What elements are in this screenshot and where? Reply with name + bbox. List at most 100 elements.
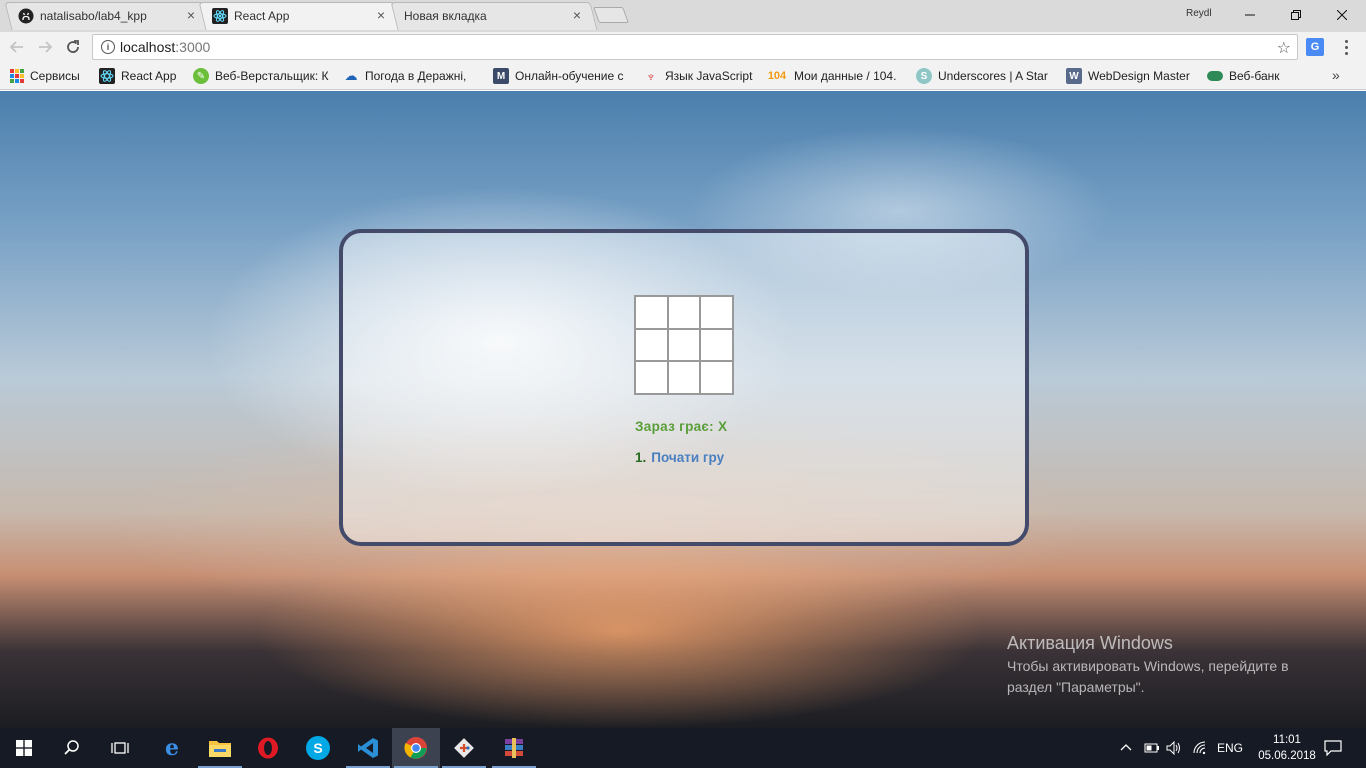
bookmark-label: Погода в Деражні, — [365, 69, 467, 83]
tab-react-app[interactable]: React App × — [198, 2, 402, 30]
bookmarks-bar: Сервисы React App ✎ Веб-Верстальщик: К ☁… — [0, 62, 1366, 90]
forward-arrow-icon[interactable] — [34, 36, 56, 58]
bookmark-services[interactable]: Сервисы — [10, 67, 90, 85]
clock-time: 11:01 — [1273, 734, 1301, 746]
task-view-icon[interactable] — [96, 728, 144, 768]
input-language[interactable]: ENG — [1217, 728, 1243, 768]
leaf-icon: ✎ — [193, 68, 209, 84]
show-hidden-icons-icon[interactable] — [1120, 728, 1132, 768]
bookmark-label: Язык JavaScript — [665, 69, 753, 83]
start-icon[interactable] — [0, 728, 48, 768]
bookmark-web-bank[interactable]: Веб-банк — [1207, 67, 1291, 85]
profile-name[interactable]: Reydl — [1186, 8, 1212, 19]
board-square[interactable] — [667, 361, 701, 394]
close-tab-icon[interactable]: × — [570, 8, 584, 22]
winrar-icon[interactable] — [490, 728, 538, 768]
close-tab-icon[interactable]: × — [374, 8, 388, 22]
battery-icon[interactable] — [1144, 728, 1160, 768]
game-panel: Зараз грає: X 1. Почати гру — [339, 229, 1029, 546]
bookmark-label: Веб-банк — [1229, 69, 1280, 83]
git-icon[interactable] — [440, 728, 488, 768]
wifi-icon[interactable] — [1192, 728, 1208, 768]
activation-title: Активация Windows — [1007, 633, 1173, 653]
board-square[interactable] — [667, 328, 701, 362]
notifications-icon[interactable] — [1324, 728, 1342, 768]
move-list: 1. Почати гру — [635, 450, 724, 465]
move-number: 1. — [635, 450, 647, 465]
browser-toolbar: i localhost:3000 ☆ G — [0, 32, 1366, 62]
bookmark-webdesign-master[interactable]: W WebDesign Master — [1066, 67, 1198, 85]
taskbar-clock[interactable]: 11:01 05.06.2018 — [1256, 732, 1318, 764]
page-viewport: Зараз грає: X 1. Почати гру Активация Wi… — [0, 91, 1366, 728]
bookmark-label: Underscores | A Star — [938, 69, 1048, 83]
vscode-icon[interactable] — [344, 728, 392, 768]
github-icon — [18, 8, 34, 24]
reload-icon[interactable] — [62, 36, 84, 58]
address-bar[interactable]: i localhost:3000 ☆ — [92, 34, 1298, 60]
game-status: Зараз грає: X — [635, 419, 728, 434]
restore-icon[interactable] — [1273, 0, 1319, 30]
back-arrow-icon[interactable] — [6, 36, 28, 58]
bookmark-label: Мои данные / 104. — [794, 69, 897, 83]
bookmark-underscores[interactable]: S Underscores | A Star — [916, 67, 1054, 85]
board-square[interactable] — [700, 361, 733, 394]
board-square[interactable] — [667, 296, 701, 329]
browser-titlebar: natalisabo/lab4_kpp × React App × Новая … — [0, 0, 1366, 32]
bookmark-react-app[interactable]: React App — [99, 67, 185, 85]
s-icon: S — [916, 68, 932, 84]
board-square[interactable] — [635, 296, 668, 329]
react-icon — [212, 8, 228, 24]
tab-title: React App — [234, 9, 290, 23]
board-square[interactable] — [700, 328, 733, 362]
bookmark-weather[interactable]: ☁ Погода в Деражні, — [343, 67, 483, 85]
bookmark-online-learning[interactable]: M Онлайн-обучение с — [493, 67, 629, 85]
bookmark-label: React App — [121, 69, 177, 83]
more-bookmarks-icon[interactable]: » — [1332, 67, 1340, 83]
skype-icon[interactable]: S — [294, 728, 342, 768]
weather-icon: ☁ — [343, 68, 359, 84]
windows-activation-watermark: Активация Windows Чтобы активировать Win… — [1007, 633, 1327, 698]
windows-taskbar: e S ENG 11:01 05.06.2018 — [0, 728, 1366, 768]
activation-text: Чтобы активировать Windows, перейдите в … — [1007, 658, 1289, 695]
url-port: :3000 — [175, 39, 211, 55]
apps-icon — [10, 69, 24, 83]
info-icon[interactable]: i — [101, 40, 115, 54]
search-icon[interactable] — [48, 728, 96, 768]
tower-icon: ♆ — [643, 68, 659, 84]
bookmark-my-data[interactable]: 104 Мои данные / 104. — [766, 67, 904, 85]
close-tab-icon[interactable]: × — [184, 8, 198, 22]
bookmark-javascript[interactable]: ♆ Язык JavaScript — [643, 67, 757, 85]
menu-icon[interactable] — [1340, 38, 1352, 56]
url-host: localhost — [120, 39, 176, 55]
board-square[interactable] — [635, 328, 668, 362]
react-icon — [99, 68, 115, 84]
104-icon: 104 — [766, 68, 788, 84]
volume-icon[interactable] — [1166, 728, 1182, 768]
new-tab-button[interactable] — [593, 7, 629, 23]
edge-icon[interactable]: e — [148, 728, 196, 768]
bookmark-label: Веб-Верстальщик: К — [215, 69, 329, 83]
board-square[interactable] — [635, 361, 668, 394]
game-board — [634, 295, 734, 395]
bank-icon — [1207, 71, 1223, 81]
opera-icon[interactable] — [244, 728, 292, 768]
board-square[interactable] — [700, 296, 733, 329]
clock-date: 05.06.2018 — [1258, 750, 1316, 762]
file-explorer-icon[interactable] — [196, 728, 244, 768]
tab-github[interactable]: natalisabo/lab4_kpp × — [4, 2, 212, 30]
bookmark-label: Сервисы — [30, 69, 80, 83]
go-to-start-link[interactable]: Почати гру — [651, 450, 724, 465]
tab-new-tab[interactable]: Новая вкладка × — [390, 2, 598, 30]
chrome-icon[interactable] — [392, 728, 440, 768]
w-icon: W — [1066, 68, 1082, 84]
minimize-icon[interactable] — [1227, 0, 1273, 30]
m-icon: M — [493, 68, 509, 84]
bookmark-web-verstalshik[interactable]: ✎ Веб-Верстальщик: К — [193, 67, 329, 85]
bookmark-label: Онлайн-обучение с — [515, 69, 624, 83]
close-window-icon[interactable] — [1319, 0, 1365, 30]
tab-title: Новая вкладка — [404, 9, 487, 23]
bookmark-star-icon[interactable]: ☆ — [1277, 38, 1291, 58]
bookmark-label: WebDesign Master — [1088, 69, 1190, 83]
translate-icon[interactable]: G — [1306, 38, 1324, 56]
tab-title: natalisabo/lab4_kpp — [40, 9, 147, 23]
